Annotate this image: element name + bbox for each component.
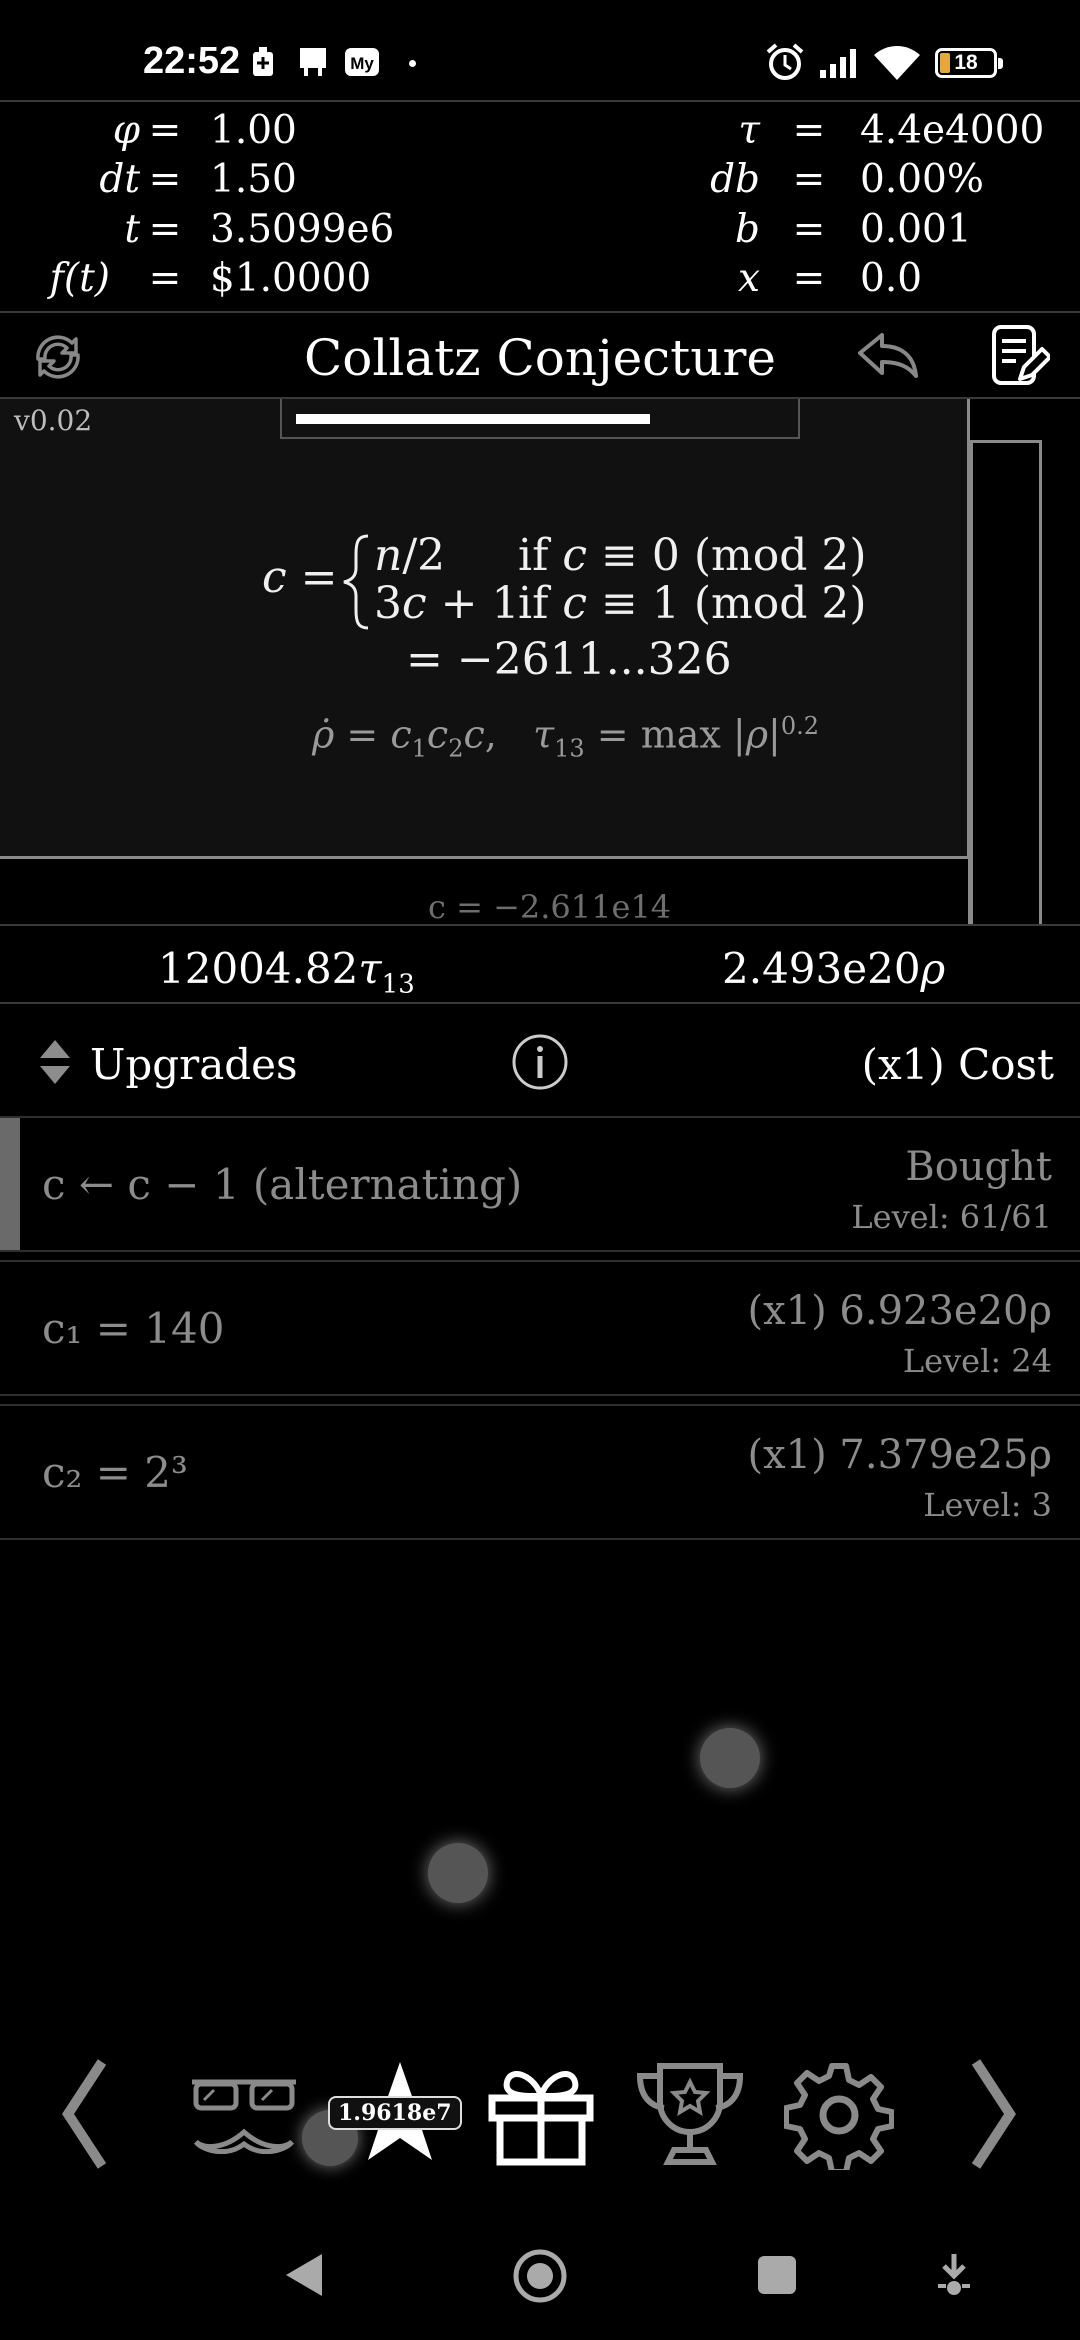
signal-icon — [820, 49, 856, 78]
rho-dot-equation: ρ̇ = c1c2c, τ13 = max |ρ|0.2 — [312, 712, 820, 763]
upgrade-label: c₂ = 2³ — [42, 1448, 188, 1497]
upgrades-header: Upgrades (x1) Cost — [0, 1004, 1080, 1114]
upgrade-label: c ← c − 1 (alternating) — [42, 1160, 523, 1209]
upgrade-row-c1[interactable]: c₁ = 140 (x1) 6.923e20ρ Level: 24 — [0, 1260, 1080, 1396]
touch-indicator — [700, 1728, 760, 1788]
system-recents-icon[interactable] — [756, 2254, 798, 2296]
trophy-icon[interactable] — [634, 2060, 746, 2168]
upgrade-level: Level: 24 — [902, 1342, 1052, 1380]
svg-text:My: My — [350, 54, 374, 73]
alarm-icon — [766, 43, 804, 80]
tau-currency: 12004.82τ13 — [158, 944, 415, 1000]
purchased-indicator — [0, 1118, 20, 1250]
upgrade-level: Level: 61/61 — [851, 1198, 1052, 1236]
progress-tower — [970, 440, 1042, 924]
version-label: v0.02 — [14, 404, 93, 437]
gift-icon[interactable] — [486, 2062, 596, 2166]
battery-saver-notification-icon — [253, 47, 273, 76]
equation-c: c = — [262, 552, 338, 603]
currency-bar: 12004.82τ13 2.493e20ρ — [0, 924, 1080, 1004]
c-value: = −2611...326 — [406, 634, 732, 685]
upgrade-row-c-alternating[interactable]: c ← c − 1 (alternating) Bought Level: 61… — [0, 1116, 1080, 1252]
notes-edit-icon[interactable] — [990, 323, 1050, 389]
cost-multiplier-label[interactable]: (x1) Cost — [862, 1040, 1054, 1089]
settings-gear-icon[interactable] — [784, 2060, 894, 2170]
equation-case-2: 3c + 1 — [374, 578, 520, 629]
more-notifications-dot — [409, 60, 416, 67]
sort-arrows-icon[interactable] — [38, 1038, 72, 1086]
equation-panel — [0, 399, 970, 859]
disguise-icon[interactable] — [186, 2070, 302, 2154]
info-icon[interactable] — [510, 1032, 570, 1092]
c-compact-label: c = −2.611e14 — [428, 888, 672, 926]
rho-currency: 2.493e20ρ — [722, 944, 946, 993]
status-bar: 22:52 My 18 — [0, 0, 1080, 100]
my-app-notification-icon: My — [345, 48, 379, 76]
equation-cond-1: if c ≡ 0 (mod 2) — [518, 530, 867, 581]
previous-arrow-icon[interactable] — [58, 2058, 108, 2170]
status-time: 22:52 — [143, 40, 241, 82]
system-home-icon[interactable] — [510, 2246, 570, 2306]
system-back-icon[interactable] — [282, 2250, 326, 2300]
app-notification-icon — [300, 48, 326, 76]
upgrade-cost: Bought — [905, 1144, 1052, 1190]
upgrades-title: Upgrades — [90, 1040, 298, 1089]
star-badge: 1.9618e7 — [328, 2096, 462, 2130]
upgrade-cost: (x1) 6.923e20ρ — [747, 1288, 1052, 1334]
wifi-icon — [874, 46, 920, 80]
upgrade-level: Level: 3 — [923, 1486, 1052, 1524]
equation-brace — [343, 534, 369, 630]
equation-case-1: n/2 — [374, 530, 446, 581]
undo-icon[interactable] — [856, 331, 920, 381]
next-arrow-icon[interactable] — [970, 2058, 1020, 2170]
upgrade-cost: (x1) 7.379e25ρ — [747, 1432, 1052, 1478]
touch-indicator — [428, 1843, 488, 1903]
system-keyboard-hide-icon[interactable] — [932, 2252, 976, 2298]
tower-connector — [968, 859, 971, 924]
equation-cond-2: if c ≡ 1 (mod 2) — [518, 578, 867, 629]
upgrade-label: c₁ = 140 — [42, 1304, 225, 1353]
title-bar: Collatz Conjecture — [0, 313, 1080, 399]
battery-indicator: 18 — [935, 48, 1003, 78]
progress-bar-fill — [296, 414, 650, 424]
variables-panel: φ = 1.00 dt = 1.50 t = 3.5099e6 f(t) = $… — [0, 100, 1080, 313]
upgrade-row-c2[interactable]: c₂ = 2³ (x1) 7.379e25ρ Level: 3 — [0, 1404, 1080, 1540]
